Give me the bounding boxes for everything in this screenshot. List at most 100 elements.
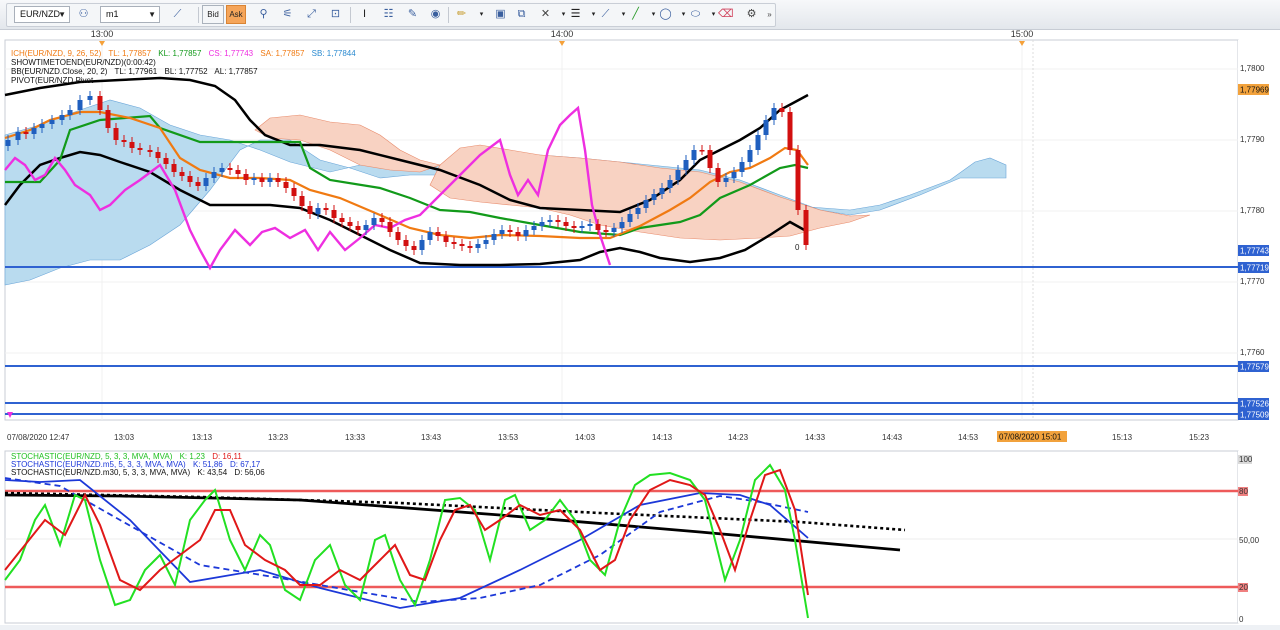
price-badge: 1,77969 [1240,86,1269,95]
price-badge: 1,77579 [1240,363,1269,372]
candle-body [137,148,143,150]
time-axis-label: 15:13 [1112,433,1133,442]
bid-button[interactable]: Bid [202,5,224,24]
candle-body [707,150,713,168]
draw-line-icon[interactable]: ╱ [628,7,643,22]
time-axis-label: 13:33 [345,433,366,442]
line-icon[interactable]: ⟋ [170,7,185,22]
symbol-select[interactable]: EUR/NZD ▼ [14,6,70,23]
shapes-icon[interactable]: ⬭ [688,7,703,22]
trend-icon[interactable]: ✕ [538,7,553,22]
candle-body [635,208,641,214]
candle-body [419,240,425,250]
candle-body [643,200,649,208]
candle-body [403,240,409,246]
chart-canvas[interactable]: 13:00 14:00 15:00 ICH(EUR/NZD, 9, 26, 52… [0,29,1280,625]
candle-body [379,218,385,222]
candle-body [763,120,769,135]
candle-body [39,124,45,128]
candle-body [235,170,241,174]
bars-icon[interactable]: ☰ [568,7,583,22]
candle-body [459,244,465,246]
candle-body [355,226,361,230]
ask-button[interactable]: Ask [226,5,246,24]
candle-body [531,226,537,230]
time-axis-label: 15:23 [1189,433,1210,442]
candle-body [483,240,489,244]
options-icon[interactable]: ⚙ [744,7,759,22]
legend-ichimoku-name: ICH(EUR/NZD, 9, 26, 52) [11,49,102,58]
globe-icon[interactable]: ◉ [428,7,443,22]
candle-body [155,152,161,158]
zoom-icon[interactable]: ⤢ [304,7,319,22]
osc-legend-3-name: STOCHASTIC(EUR/NZD.m30, 5, 3, 3, MVA, MV… [11,468,190,477]
candle-body [147,150,153,152]
candle-body [595,224,601,230]
cursor-icon[interactable]: ⚟ [280,7,295,22]
candle-label: 0 [795,243,800,252]
candle-body [603,230,609,232]
candle-body [347,222,353,226]
candle-body [363,225,369,230]
ellipse-icon[interactable]: ◯ [658,7,673,22]
candle-body [515,232,521,236]
fibonacci-icon[interactable]: ⚲ [256,7,271,22]
screenshot-icon[interactable]: ▣ [493,7,508,22]
chart-area[interactable]: 13:00 14:00 15:00 ICH(EUR/NZD, 9, 26, 52… [0,29,1280,625]
draw-icon[interactable]: ⟋ [598,7,613,22]
eraser-icon[interactable]: ⌫ [718,7,734,22]
candle-body [113,128,119,140]
time-axis-label: 07/08/2020 12:47 [7,433,70,442]
candle-body [547,220,553,222]
top-time-label: 14:00 [551,30,574,39]
candle-body [195,182,201,186]
price-tick: 1,7770 [1240,277,1265,286]
time-axis-label: 14:13 [652,433,673,442]
osc-legend-3-d: D: 56,06 [234,468,265,477]
candle-body [787,112,793,150]
legend-ichimoku-sa: SA: 1,77857 [260,49,305,58]
candle-body [49,120,55,124]
time-axis-label: 13:43 [421,433,442,442]
candle-body [97,96,103,110]
candle-body [699,150,705,152]
price-badge: 1,77719 [1240,264,1269,273]
candle-body [507,230,513,232]
candle-body [523,230,529,236]
candle-body [315,208,321,214]
symbol-value: EUR/NZD [20,9,60,19]
timeframe-select[interactable]: m1 ▼ [100,6,160,23]
candle-body [331,210,337,218]
candle-body [371,218,377,225]
candle-body [747,150,753,162]
osc-tick: 100 [1239,455,1253,464]
candle-body [15,132,21,140]
candle-body [323,208,329,210]
osc-legend-3-k: K: 43,54 [197,468,227,477]
candle-body [267,178,273,182]
candle-body [283,182,289,188]
candle-body [411,246,417,250]
chart-type-icon[interactable]: ⚇ [76,7,91,22]
candle-body [611,228,617,232]
window-icon[interactable]: ⧉ [514,7,529,22]
settings-icon[interactable]: ✎ [405,7,420,22]
legend-ichimoku-sb: SB: 1,77844 [312,49,357,58]
pencil-icon[interactable]: ✏ [454,7,469,22]
svg-text:STOCHASTIC(EUR/NZD.m30, 5, 3,: STOCHASTIC(EUR/NZD.m30, 5, 3, 3, MVA, MV… [11,468,265,477]
chevron-down-icon[interactable]: ▾ [474,7,489,22]
candle-body [307,206,313,214]
palette-icon[interactable]: ☷ [381,7,396,22]
candle-body [275,178,281,182]
candle-body [475,244,481,248]
candle-body [211,172,217,178]
text-icon[interactable]: I [357,7,372,22]
candle-body [5,140,11,146]
more-icon[interactable]: » [762,7,777,22]
candle-body [795,150,801,210]
fit-icon[interactable]: ⊡ [328,7,343,22]
candle-body [395,232,401,240]
candle-body [387,222,393,232]
time-axis-label: 13:13 [192,433,213,442]
candle-body [675,170,681,180]
